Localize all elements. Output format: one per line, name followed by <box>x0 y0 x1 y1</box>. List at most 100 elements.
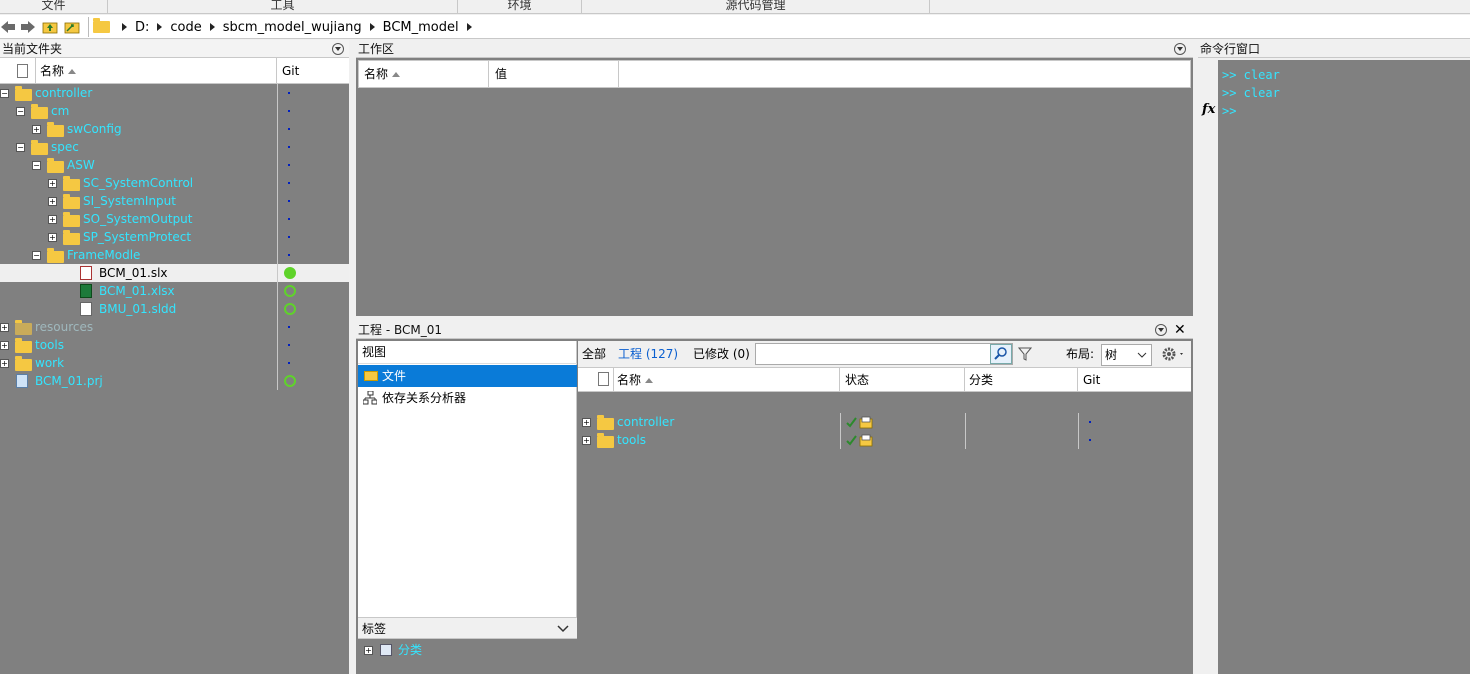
tab-environment[interactable]: 环境 <box>458 0 582 13</box>
function-browser-icon[interactable]: fx <box>1202 102 1215 117</box>
view-dependency-analyzer[interactable]: 依存关系分析器 <box>358 387 577 409</box>
git-status-cell <box>277 336 349 354</box>
expand-icon[interactable]: + <box>48 197 57 206</box>
folder-icon <box>597 415 614 430</box>
file-type-icon <box>598 372 609 386</box>
up-folder-icon[interactable] <box>42 19 58 35</box>
tree-row[interactable]: − spec <box>0 138 349 156</box>
crumb-model[interactable]: BCM_model <box>383 20 472 35</box>
panel-menu-icon[interactable] <box>1155 324 1167 336</box>
collapse-icon[interactable]: − <box>0 89 9 98</box>
vertical-splitter[interactable] <box>349 40 356 674</box>
column-name[interactable]: 名称 <box>36 58 277 84</box>
filter-all[interactable]: 全部 <box>582 341 606 368</box>
tree-row[interactable]: − controller <box>0 84 349 102</box>
crumb-code[interactable]: code <box>170 20 215 35</box>
tree-row[interactable]: − cm <box>0 102 349 120</box>
column-type[interactable] <box>0 58 36 84</box>
command-prompt[interactable]: >> <box>1222 102 1466 120</box>
column-name[interactable]: 名称 <box>614 368 840 392</box>
tree-row[interactable]: BCM_01.xlsx <box>0 282 349 300</box>
tags-header[interactable]: 标签 <box>358 617 577 639</box>
filter-project[interactable]: 工程 (127) <box>618 341 678 368</box>
git-unmodified-icon <box>288 110 290 112</box>
tree-row[interactable]: + work <box>0 354 349 372</box>
tag-icon <box>380 644 392 656</box>
tree-row[interactable]: + swConfig <box>0 120 349 138</box>
column-git[interactable]: Git <box>277 58 349 84</box>
views-header: 视图 <box>358 341 577 364</box>
tree-row[interactable]: + SC_SystemControl <box>0 174 349 192</box>
path-breadcrumb[interactable]: D: code sbcm_model_wujiang BCM_model <box>88 17 1470 37</box>
tag-category-item[interactable]: + 分类 <box>358 641 577 659</box>
git-status-cell <box>277 264 349 282</box>
view-files[interactable]: 文件 <box>358 365 577 387</box>
panel-menu-icon[interactable] <box>1174 43 1186 55</box>
project-row[interactable]: + tools <box>578 431 1191 449</box>
git-status-cell <box>277 282 349 300</box>
git-status-cell <box>277 354 349 372</box>
project-row[interactable]: + controller <box>578 413 1191 431</box>
tree-row[interactable]: + resources <box>0 318 349 336</box>
forward-arrow-icon[interactable] <box>20 19 36 35</box>
panel-menu-icon[interactable] <box>332 43 344 55</box>
tree-row[interactable]: + SO_SystemOutput <box>0 210 349 228</box>
layout-select[interactable]: 树 <box>1101 344 1152 366</box>
collapse-icon[interactable]: − <box>16 107 25 116</box>
column-type[interactable] <box>578 368 614 392</box>
tree-row[interactable]: − FrameModle <box>0 246 349 264</box>
git-status-cell <box>277 84 349 102</box>
search-input[interactable] <box>755 343 1013 365</box>
browse-folder-icon[interactable] <box>64 19 80 35</box>
expand-icon[interactable]: + <box>48 233 57 242</box>
expand-icon[interactable]: + <box>582 418 591 427</box>
folder-icon <box>15 320 32 335</box>
expand-icon[interactable]: + <box>364 646 373 655</box>
slx-file-icon <box>80 266 92 280</box>
column-value[interactable]: 值 <box>489 61 619 87</box>
expand-icon[interactable]: + <box>0 359 9 368</box>
command-output[interactable]: >> clear >> clear >> <box>1218 60 1470 674</box>
column-git[interactable]: Git <box>1078 368 1191 392</box>
crumb-project[interactable]: sbcm_model_wujiang <box>223 20 375 35</box>
column-category[interactable]: 分类 <box>965 368 1078 392</box>
tree-row[interactable]: BCM_01.prj <box>0 372 349 390</box>
tree-row[interactable]: BMU_01.sldd <box>0 300 349 318</box>
tree-row[interactable]: BCM_01.slx <box>0 264 349 282</box>
expand-icon[interactable]: + <box>582 436 591 445</box>
tree-row[interactable]: + tools <box>0 336 349 354</box>
git-unmodified-icon <box>1089 439 1091 441</box>
expand-icon[interactable]: + <box>48 179 57 188</box>
expand-icon[interactable]: + <box>48 215 57 224</box>
expand-icon[interactable]: + <box>32 125 41 134</box>
tab-tools[interactable]: 工具 <box>108 0 458 13</box>
chevron-right-icon <box>157 23 163 31</box>
tree-row[interactable]: − ASW <box>0 156 349 174</box>
gear-icon[interactable] <box>1161 346 1187 362</box>
current-folder-panel: 当前文件夹 名称 Git − controller − cm + swConfig − spe… <box>0 40 349 674</box>
collapse-icon[interactable]: − <box>16 143 25 152</box>
close-icon[interactable]: ✕ <box>1174 321 1186 339</box>
git-untracked-icon <box>284 375 296 387</box>
project-toolbar: 全部 工程 (127) 已修改 (0) 布局: 树 <box>578 341 1191 368</box>
git-unmodified-icon <box>288 128 290 130</box>
filter-icon[interactable] <box>1018 347 1032 361</box>
collapse-icon[interactable]: − <box>32 161 41 170</box>
filter-modified[interactable]: 已修改 (0) <box>693 341 750 368</box>
tree-row[interactable]: + SP_SystemProtect <box>0 228 349 246</box>
git-status-cell <box>277 192 349 210</box>
collapse-icon[interactable]: − <box>32 251 41 260</box>
tree-item-label: BCM_01.prj <box>35 374 103 388</box>
tab-file[interactable]: 文件 <box>0 0 108 13</box>
xlsx-file-icon <box>80 284 92 298</box>
search-button[interactable] <box>990 344 1012 364</box>
crumb-drive[interactable]: D: <box>135 20 163 35</box>
back-arrow-icon[interactable] <box>0 19 16 35</box>
tree-row[interactable]: + SI_SystemInput <box>0 192 349 210</box>
project-files-view: 全部 工程 (127) 已修改 (0) 布局: 树 名称 状态 分类 Git +… <box>578 341 1191 674</box>
expand-icon[interactable]: + <box>0 341 9 350</box>
tab-source-control[interactable]: 源代码管理 <box>582 0 930 13</box>
expand-icon[interactable]: + <box>0 323 9 332</box>
column-name[interactable]: 名称 <box>359 61 489 87</box>
column-status[interactable]: 状态 <box>840 368 965 392</box>
